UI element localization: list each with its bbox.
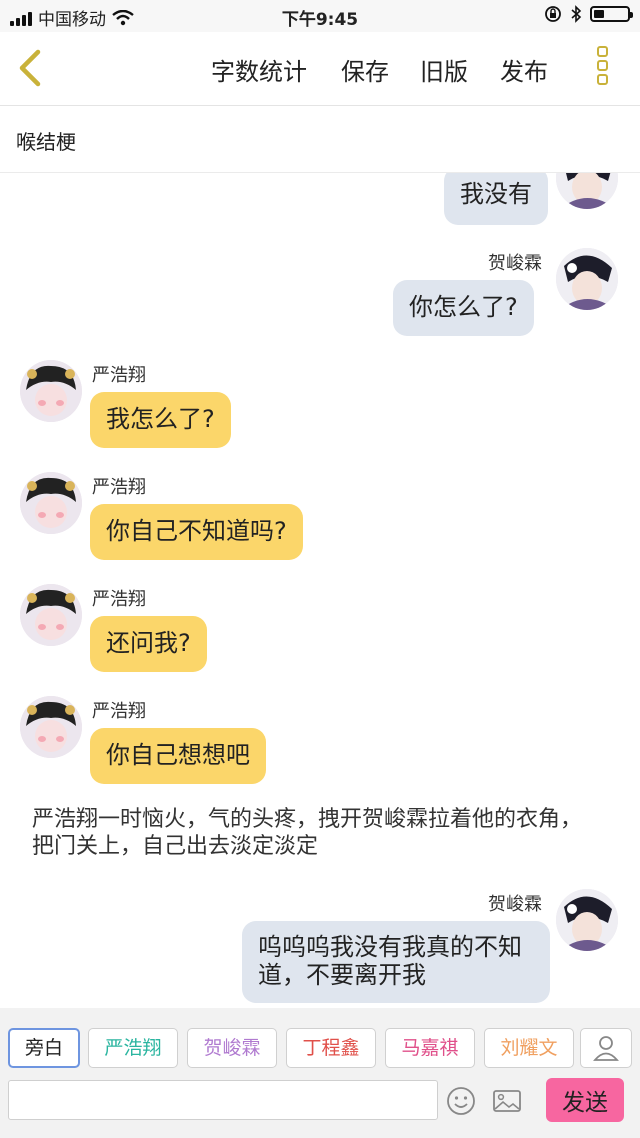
message-bubble[interactable]: 我没有 (444, 173, 548, 225)
message-bubble[interactable]: 你自己想想吧 (90, 728, 266, 784)
role-chip-he-junlin[interactable]: 贺峻霖 (187, 1028, 277, 1068)
role-chip-yan-haoxiang[interactable]: 严浩翔 (88, 1028, 178, 1068)
bluetooth-icon (571, 5, 582, 23)
role-chip-narration[interactable]: 旁白 (8, 1028, 80, 1068)
story-title-bar[interactable]: 喉结梗 (0, 106, 640, 173)
speaker-name: 严浩翔 (92, 589, 146, 610)
speaker-name: 贺峻霖 (488, 253, 542, 274)
message-bubble[interactable]: 呜呜呜我没有我真的不知 道，不要离开我 (242, 921, 550, 1003)
avatar-he-junlin (556, 889, 618, 951)
role-chip-ma-jiaqi[interactable]: 马嘉祺 (385, 1028, 475, 1068)
user-icon (593, 1036, 619, 1061)
message-input[interactable] (8, 1080, 438, 1120)
battery-icon (590, 6, 633, 22)
chat-area[interactable]: 我没有 贺峻霖 你怎么了? 严浩翔 我怎么了? 严浩翔 你自己不知道吗? 严浩翔… (0, 173, 640, 1008)
emoji-icon[interactable] (446, 1086, 476, 1116)
add-role-button[interactable] (580, 1028, 632, 1068)
publish-button[interactable]: 发布 (500, 52, 548, 87)
avatar-yan-haoxiang (20, 360, 82, 422)
speaker-name: 严浩翔 (92, 365, 146, 386)
message-bubble[interactable]: 还问我? (90, 616, 207, 672)
avatar-he-junlin (556, 248, 618, 310)
image-icon[interactable] (492, 1087, 522, 1115)
send-button[interactable]: 发送 (546, 1078, 624, 1122)
avatar-yan-haoxiang (20, 472, 82, 534)
old-version-button[interactable]: 旧版 (420, 52, 468, 87)
role-chip-ding-chengxin[interactable]: 丁程鑫 (286, 1028, 376, 1068)
message-bubble[interactable]: 你自己不知道吗? (90, 504, 303, 560)
save-button[interactable]: 保存 (341, 52, 389, 87)
rotation-lock-icon (545, 6, 561, 22)
back-chevron-icon[interactable] (12, 48, 52, 88)
message-line: 道，不要离开我 (258, 961, 426, 989)
avatar-yan-haoxiang (20, 584, 82, 646)
message-bubble[interactable]: 你怎么了? (393, 280, 534, 336)
narration-text[interactable]: 严浩翔一时恼火，气的头疼，拽开贺峻霖拉着他的衣角，把门关上，自己出去淡定淡定 (32, 806, 602, 860)
word-count-button[interactable]: 字数统计 (211, 52, 307, 87)
more-menu-icon[interactable] (596, 46, 614, 92)
top-nav-bar: 字数统计 保存 旧版 发布 (0, 32, 640, 106)
story-title: 喉结梗 (16, 130, 76, 154)
input-row: 发送 (0, 1078, 640, 1138)
avatar-yan-haoxiang (20, 696, 82, 758)
status-bar: 中国移动 下午9:45 (0, 0, 640, 32)
speaker-name: 严浩翔 (92, 477, 146, 498)
speaker-name: 贺峻霖 (488, 894, 542, 915)
role-chip-liu-yaowen[interactable]: 刘耀文 (484, 1028, 574, 1068)
avatar-he-junlin (556, 173, 618, 209)
message-line: 呜呜呜我没有我真的不知 (258, 933, 522, 961)
speaker-name: 严浩翔 (92, 701, 146, 722)
role-selector-bar: 旁白 严浩翔 贺峻霖 丁程鑫 马嘉祺 刘耀文 (0, 1008, 640, 1078)
message-bubble[interactable]: 我怎么了? (90, 392, 231, 448)
